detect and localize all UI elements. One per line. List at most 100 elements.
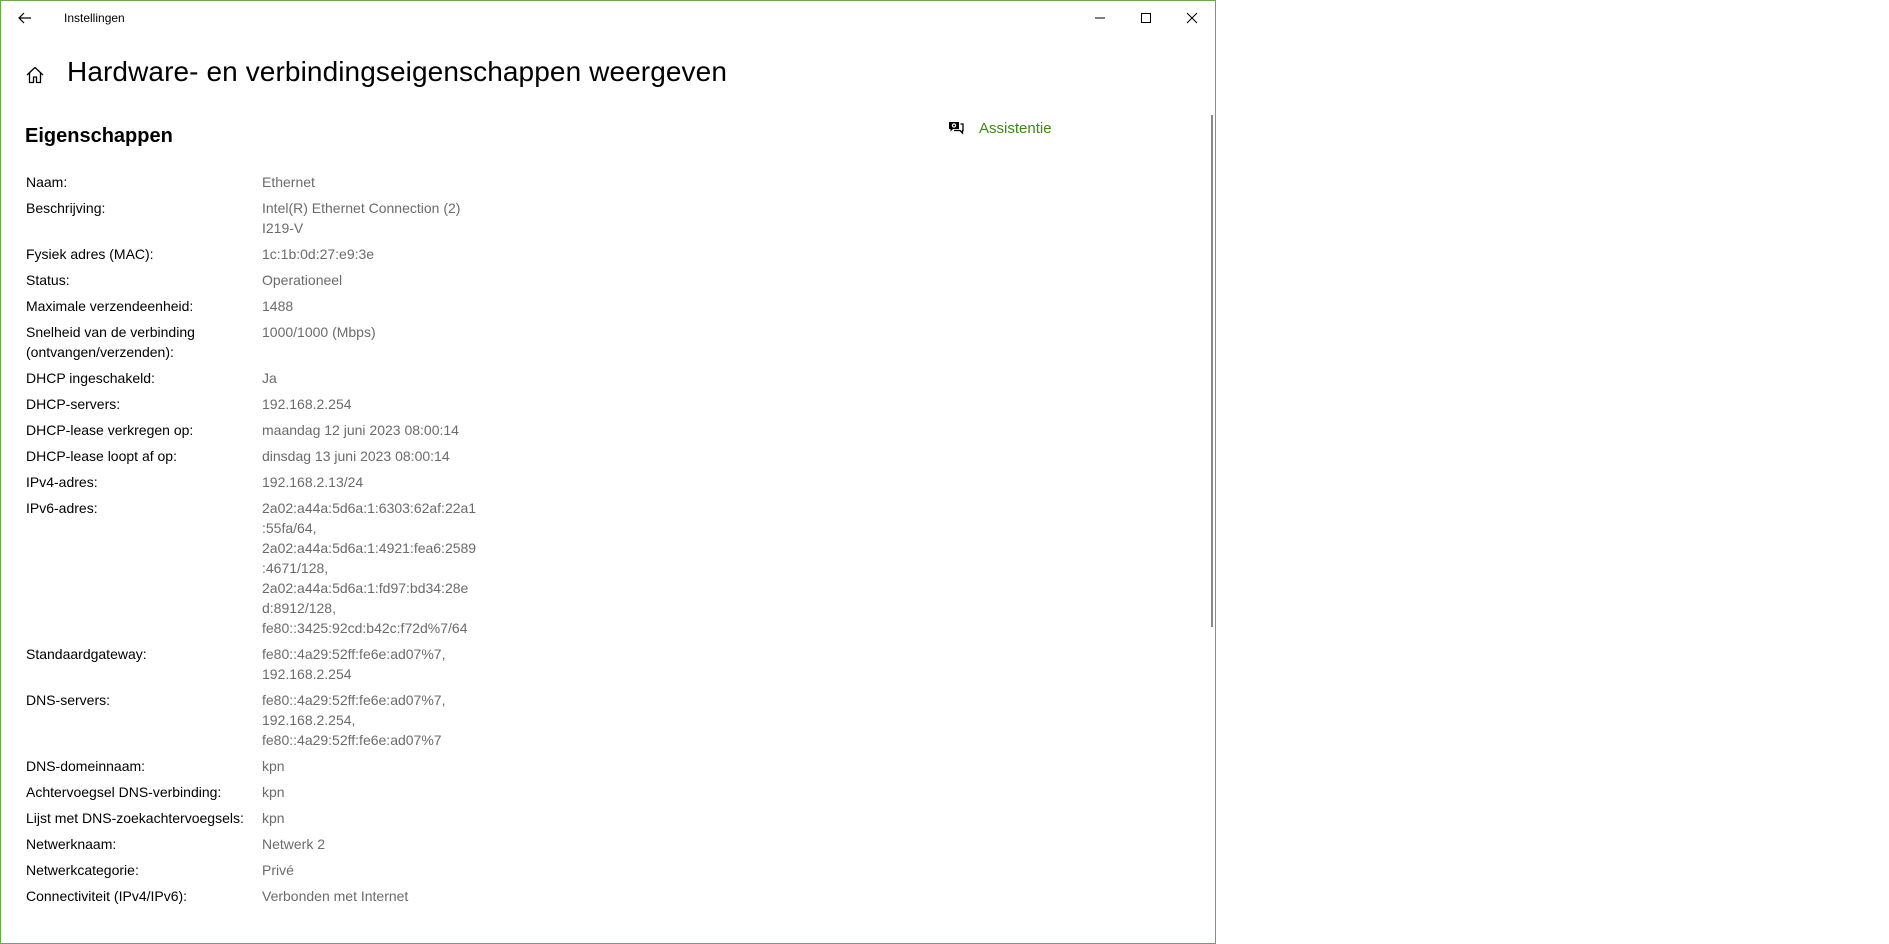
property-value: dinsdag 13 juni 2023 08:00:14	[262, 446, 482, 466]
property-row: Naam: Ethernet	[26, 172, 486, 192]
property-value: Operationeel	[262, 270, 482, 290]
property-value-line: Intel(R) Ethernet Connection (2)	[262, 200, 461, 216]
property-row: Beschrijving: Intel(R) Ethernet Connectio…	[26, 198, 486, 238]
property-row: DNS-servers: fe80::4a29:52ff:fe6e:ad07%7,…	[26, 690, 486, 750]
title-bar: Instellingen	[1, 1, 1215, 35]
property-label: Beschrijving:	[26, 200, 106, 216]
scrollbar[interactable]	[1211, 115, 1213, 627]
property-label: IPv6-adres:	[26, 500, 98, 516]
property-label: DHCP-lease verkregen op:	[26, 422, 194, 438]
property-label: Snelheid van de verbinding (ontvangen/ve…	[26, 324, 195, 360]
property-label: Status:	[26, 272, 70, 288]
window-title: Instellingen	[64, 11, 125, 25]
minimize-button[interactable]	[1077, 1, 1123, 35]
property-row: Netwerkcategorie: Privé	[26, 860, 486, 880]
property-label: Connectiviteit (IPv4/IPv6):	[26, 888, 188, 904]
property-value: Intel(R) Ethernet Connection (2) I219-V	[262, 198, 482, 238]
property-value: maandag 12 juni 2023 08:00:14	[262, 420, 482, 440]
property-value-line: 192.168.2.254	[262, 396, 352, 412]
back-arrow-icon	[18, 12, 31, 24]
property-row: Standaardgateway: fe80::4a29:52ff:fe6e:ad…	[26, 644, 486, 684]
property-value-line: I219-V	[262, 220, 304, 236]
property-value-line: :55fa/64,	[262, 520, 317, 536]
properties-list: Naam: Ethernet Beschrijving: Intel(R) Ether…	[26, 172, 486, 912]
property-row: Connectiviteit (IPv4/IPv6): Verbonden met…	[26, 886, 486, 906]
property-row: IPv6-adres: 2a02:a44a:5d6a:1:6303:62af:22…	[26, 498, 486, 638]
property-value-line: fe80::4a29:52ff:fe6e:ad07%7,	[262, 646, 446, 662]
property-value-line: 192.168.2.254	[262, 666, 352, 682]
property-value-line: 2a02:a44a:5d6a:1:fd97:bd34:28e	[262, 580, 469, 596]
property-value-line: kpn	[262, 758, 285, 774]
property-label: Netwerknaam:	[26, 836, 117, 852]
minimize-icon	[1095, 17, 1105, 19]
property-row: DHCP-lease loopt af op: dinsdag 13 juni 2…	[26, 446, 486, 466]
property-value: kpn	[262, 808, 482, 828]
property-value: Ethernet	[262, 172, 482, 192]
maximize-button[interactable]	[1123, 1, 1169, 35]
property-label: DHCP-servers:	[26, 396, 121, 412]
property-value-line: Privé	[262, 862, 294, 878]
property-value-line: kpn	[262, 784, 285, 800]
property-label: Standaardgateway:	[26, 646, 147, 662]
property-label: DHCP-lease loopt af op:	[26, 448, 177, 464]
property-value-line: 192.168.2.254,	[262, 712, 356, 728]
property-value-line: Ethernet	[262, 174, 315, 190]
property-value-line: fe80::4a29:52ff:fe6e:ad07%7	[262, 732, 442, 748]
property-label: Naam:	[26, 174, 68, 190]
property-value: fe80::4a29:52ff:fe6e:ad07%7,192.168.2.25…	[262, 690, 482, 750]
property-value: 192.168.2.13/24	[262, 472, 482, 492]
assist-label: Assistentie	[979, 119, 1052, 137]
property-label: Achtervoegsel DNS-verbinding:	[26, 784, 222, 800]
section-title: Eigenschappen	[25, 125, 173, 147]
property-value: Privé	[262, 860, 482, 880]
property-value: 1000/1000 (Mbps)	[262, 322, 482, 362]
property-label: DNS-servers:	[26, 692, 111, 708]
close-button[interactable]	[1169, 1, 1215, 35]
close-icon	[1186, 12, 1198, 24]
property-value: kpn	[262, 782, 482, 802]
property-value-line: 1c:1b:0d:27:e9:3e	[262, 246, 375, 262]
property-value-line: d:8912/128,	[262, 600, 336, 616]
chat-help-icon	[949, 122, 964, 135]
home-icon	[26, 66, 44, 84]
property-label: Maximale verzendeenheid:	[26, 298, 194, 314]
property-value-line: fe80::3425:92cd:b42c:f72d%7/64	[262, 620, 468, 636]
property-value-line: 1488	[262, 298, 294, 314]
property-value: 1488	[262, 296, 482, 316]
property-row: Achtervoegsel DNS-verbinding: kpn	[26, 782, 486, 802]
property-value: Netwerk 2	[262, 834, 482, 854]
property-row: DHCP-servers: 192.168.2.254	[26, 394, 486, 414]
property-value-line: fe80::4a29:52ff:fe6e:ad07%7,	[262, 692, 446, 708]
property-row: Lijst met DNS-zoekachtervoegsels: kpn	[26, 808, 486, 828]
property-value-line: 2a02:a44a:5d6a:1:6303:62af:22a1	[262, 500, 477, 516]
assist-link[interactable]: Assistentie	[947, 119, 1052, 137]
property-label: Fysiek adres (MAC):	[26, 246, 154, 262]
property-row: IPv4-adres: 192.168.2.13/24	[26, 472, 486, 492]
property-row: Snelheid van de verbinding (ontvangen/ve…	[26, 322, 486, 362]
property-value-line: 1000/1000 (Mbps)	[262, 324, 376, 340]
property-label: Lijst met DNS-zoekachtervoegsels:	[26, 810, 244, 826]
property-row: DHCP ingeschakeld: Ja	[26, 368, 486, 388]
settings-window: Instellingen Hardware- en verbindingseig…	[0, 0, 1216, 944]
property-value: Verbonden met Internet	[262, 886, 482, 906]
back-button[interactable]	[11, 5, 39, 31]
property-value: Ja	[262, 368, 482, 388]
property-value-line: Ja	[262, 370, 277, 386]
maximize-icon	[1141, 13, 1151, 23]
property-value: kpn	[262, 756, 482, 776]
property-row: DNS-domeinnaam: kpn	[26, 756, 486, 776]
property-value-line: 2a02:a44a:5d6a:1:4921:fea6:2589	[262, 540, 477, 556]
property-label: Netwerkcategorie:	[26, 862, 139, 878]
property-value-line: kpn	[262, 810, 285, 826]
property-value: fe80::4a29:52ff:fe6e:ad07%7,192.168.2.25…	[262, 644, 482, 684]
property-value: 1c:1b:0d:27:e9:3e	[262, 244, 482, 264]
property-value-line: Operationeel	[262, 272, 343, 288]
property-row: Netwerknaam: Netwerk 2	[26, 834, 486, 854]
property-row: Fysiek adres (MAC): 1c:1b:0d:27:e9:3e	[26, 244, 486, 264]
property-value-line: Verbonden met Internet	[262, 888, 409, 904]
property-value-line: :4671/128,	[262, 560, 329, 576]
home-button[interactable]	[23, 63, 47, 87]
page-title: Hardware- en verbindingseigenschappen we…	[67, 56, 728, 87]
property-value-line: maandag 12 juni 2023 08:00:14	[262, 422, 459, 438]
property-value-line: Netwerk 2	[262, 836, 326, 852]
